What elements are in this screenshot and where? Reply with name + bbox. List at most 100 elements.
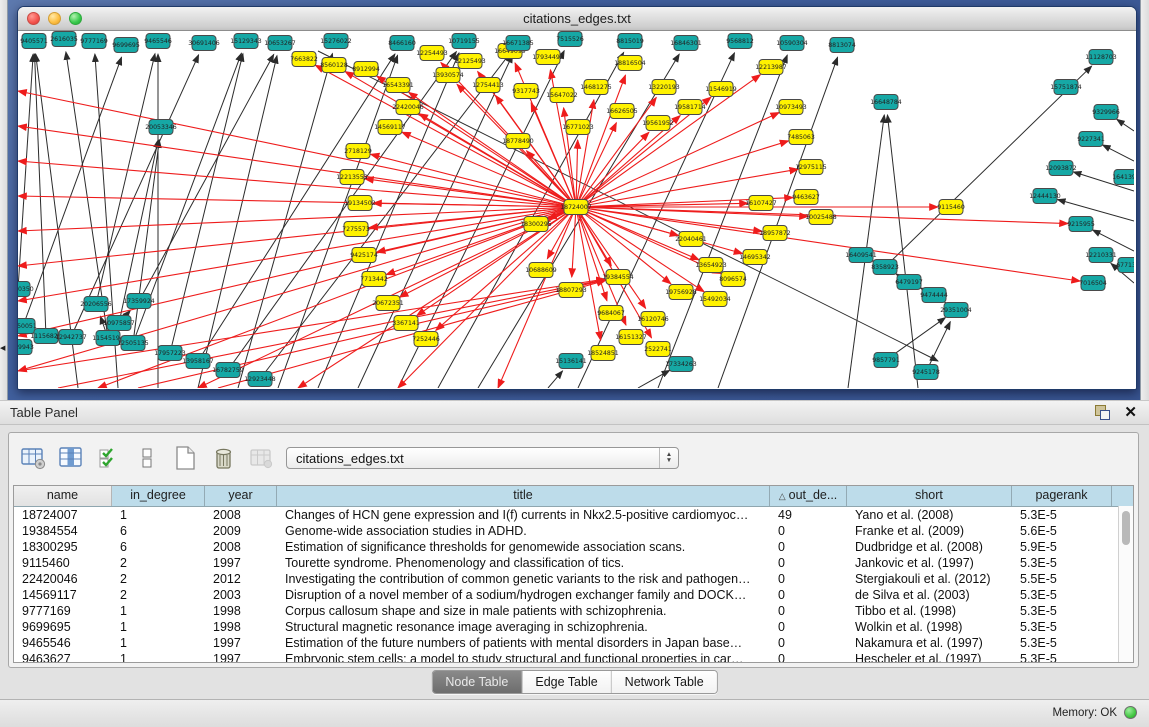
graph-node[interactable]: 10975857 bbox=[103, 316, 135, 331]
graph-node[interactable]: 12975115 bbox=[795, 160, 827, 175]
delete-column-icon[interactable] bbox=[210, 445, 237, 471]
table-cell[interactable]: 2008 bbox=[205, 507, 277, 523]
graph-node[interactable]: 12093872 bbox=[1045, 161, 1077, 176]
graph-node[interactable]: 30691406 bbox=[188, 36, 220, 51]
table-cell[interactable]: 0 bbox=[770, 539, 847, 555]
graph-node[interactable]: 13958167 bbox=[182, 354, 214, 369]
graph-edge[interactable] bbox=[18, 207, 576, 336]
table-cell[interactable]: 2 bbox=[112, 587, 205, 603]
graph-node[interactable]: 13220193 bbox=[648, 80, 680, 95]
table-cell[interactable]: Dudbridge et al. (2008) bbox=[847, 539, 1012, 555]
table-cell[interactable]: 9699695 bbox=[14, 619, 112, 635]
table-cell[interactable]: Changes of HCN gene expression and I(f) … bbox=[277, 507, 770, 523]
graph-edge[interactable] bbox=[96, 54, 155, 304]
scrollbar-thumb[interactable] bbox=[1122, 511, 1130, 545]
graph-node[interactable]: 9465546 bbox=[144, 34, 172, 49]
graph-node[interactable]: 17934493 bbox=[532, 50, 564, 65]
graph-node[interactable]: 8358923 bbox=[871, 260, 899, 275]
graph-node[interactable]: 19134502 bbox=[344, 196, 376, 211]
table-cell[interactable]: 2 bbox=[112, 555, 205, 571]
table-row[interactable]: 977716911998Corpus callosum shape and si… bbox=[14, 603, 1133, 619]
graph-node[interactable]: 15492034 bbox=[699, 292, 731, 307]
collapse-left-arrow-icon[interactable]: ◀ bbox=[0, 345, 5, 352]
graph-node[interactable]: 12754413 bbox=[472, 78, 504, 93]
table-cell[interactable]: 19384554 bbox=[14, 523, 112, 539]
column-header-pagerank[interactable]: pagerank bbox=[1012, 486, 1112, 506]
graph-node[interactable]: 19561952 bbox=[642, 116, 674, 131]
tab-network-table[interactable]: Network Table bbox=[612, 671, 717, 693]
graph-node[interactable]: 16648784 bbox=[870, 95, 902, 110]
memory-status-icon[interactable] bbox=[1124, 706, 1137, 719]
table-cell[interactable]: 9465546 bbox=[14, 635, 112, 651]
row-height-icon[interactable] bbox=[134, 445, 161, 471]
graph-node[interactable]: 18778490 bbox=[502, 134, 534, 149]
graph-node[interactable]: 12210331 bbox=[1085, 248, 1117, 263]
graph-node[interactable]: 19756928 bbox=[665, 285, 697, 300]
table-cell[interactable]: 1998 bbox=[205, 603, 277, 619]
graph-node[interactable]: 15751874 bbox=[1050, 80, 1082, 95]
graph-node[interactable]: 9463627 bbox=[792, 190, 820, 205]
table-cell[interactable]: 0 bbox=[770, 555, 847, 571]
show-columns-icon[interactable] bbox=[58, 445, 85, 471]
graph-node[interactable]: 3367141 bbox=[392, 316, 420, 331]
table-cell[interactable]: 1 bbox=[112, 603, 205, 619]
close-window-icon[interactable] bbox=[27, 12, 40, 25]
graph-node[interactable]: 20672351 bbox=[372, 296, 404, 311]
graph-node[interactable]: 16626505 bbox=[606, 104, 638, 119]
graph-node[interactable]: 12254493 bbox=[416, 46, 448, 61]
graph-edge[interactable] bbox=[66, 52, 108, 338]
graph-edge[interactable] bbox=[18, 207, 576, 301]
graph-edge[interactable] bbox=[1117, 119, 1134, 131]
table-cell[interactable]: 1 bbox=[112, 651, 205, 663]
graph-edge[interactable] bbox=[139, 54, 274, 301]
network-canvas[interactable]: 1872400718300295766382285601288912994165… bbox=[18, 31, 1134, 388]
table-cell[interactable]: 6 bbox=[112, 523, 205, 539]
graph-node[interactable]: 9699695 bbox=[112, 38, 140, 53]
table-cell[interactable]: Genome-wide association studies in ADHD. bbox=[277, 523, 770, 539]
graph-node[interactable]: 6771323 bbox=[1116, 258, 1134, 273]
table-cell[interactable]: 0 bbox=[770, 651, 847, 663]
close-panel-icon[interactable]: ✕ bbox=[1124, 405, 1137, 420]
table-row[interactable]: 911546021997Tourette syndrome. Phenomeno… bbox=[14, 555, 1133, 571]
graph-edge[interactable] bbox=[576, 207, 678, 236]
graph-node[interactable]: 15647022 bbox=[546, 88, 578, 103]
graph-node[interactable]: 19384554 bbox=[602, 270, 634, 285]
table-cell[interactable]: 6 bbox=[112, 539, 205, 555]
table-cell[interactable]: 9115460 bbox=[14, 555, 112, 571]
table-cell[interactable]: 18724007 bbox=[14, 507, 112, 523]
graph-edge[interactable] bbox=[638, 370, 670, 388]
graph-node[interactable]: 18300295 bbox=[520, 217, 552, 232]
graph-node[interactable]: 10719155 bbox=[448, 34, 480, 49]
tab-node-table[interactable]: Node Table bbox=[432, 671, 522, 693]
graph-node[interactable]: 17334263 bbox=[665, 357, 697, 372]
graph-node[interactable]: 16120746 bbox=[637, 312, 669, 327]
table-cell[interactable]: Jankovic et al. (1997) bbox=[847, 555, 1012, 571]
graph-node[interactable]: 22420046 bbox=[392, 100, 424, 115]
table-row[interactable]: 2242004622012Investigating the contribut… bbox=[14, 571, 1133, 587]
graph-node[interactable]: 7515526 bbox=[556, 32, 584, 47]
graph-node[interactable]: 9319943 bbox=[18, 340, 34, 355]
table-cell[interactable]: Stergiakouli et al. (2012) bbox=[847, 571, 1012, 587]
table-cell[interactable]: 2012 bbox=[205, 571, 277, 587]
graph-node[interactable]: 13930574 bbox=[432, 68, 464, 83]
table-cell[interactable]: 5.3E-5 bbox=[1012, 635, 1112, 651]
graph-node[interactable]: 8466160 bbox=[388, 36, 416, 51]
graph-node[interactable]: 14569117 bbox=[374, 120, 406, 135]
graph-node[interactable]: 15276022 bbox=[320, 34, 352, 49]
table-cell[interactable]: 49 bbox=[770, 507, 847, 523]
graph-node[interactable]: 9474444 bbox=[920, 288, 948, 303]
graph-node[interactable]: 9329966 bbox=[1092, 105, 1120, 120]
graph-node[interactable]: 15129343 bbox=[230, 34, 262, 49]
graph-edge[interactable] bbox=[419, 114, 576, 207]
graph-node[interactable]: 2522741 bbox=[644, 342, 672, 357]
graph-node[interactable]: 9405571 bbox=[20, 34, 48, 49]
float-panel-icon[interactable] bbox=[1095, 405, 1110, 420]
graph-node[interactable]: 12125493 bbox=[454, 54, 486, 69]
graph-edge[interactable] bbox=[278, 55, 398, 388]
network-window-titlebar[interactable]: citations_edges.txt bbox=[18, 7, 1136, 31]
table-row[interactable]: 1456911722003Disruption of a novel membe… bbox=[14, 587, 1133, 603]
table-cell[interactable]: Estimation of the future numbers of pati… bbox=[277, 635, 770, 651]
table-cell[interactable]: de Silva et al. (2003) bbox=[847, 587, 1012, 603]
column-header-name[interactable]: name bbox=[14, 486, 112, 506]
table-cell[interactable]: Tourette syndrome. Phenomenology and cla… bbox=[277, 555, 770, 571]
